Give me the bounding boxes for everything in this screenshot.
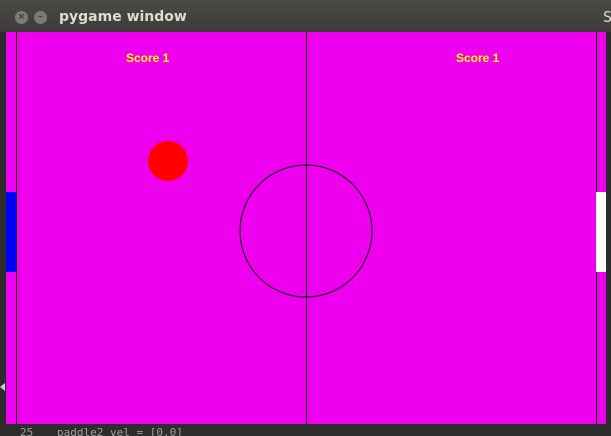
resize-arrow-icon (0, 383, 5, 391)
ball (148, 141, 188, 181)
right-paddle (596, 192, 606, 272)
background-window-glyph: S (603, 8, 611, 26)
left-score: Score 1 (126, 51, 170, 65)
close-icon[interactable]: × (15, 11, 28, 24)
left-paddle (6, 192, 16, 272)
pygame-window: × – pygame window S Score 1 Score 1 25 p… (0, 0, 611, 436)
line-number: 25 (20, 426, 34, 436)
minimize-icon[interactable]: – (34, 11, 47, 24)
game-field[interactable]: Score 1 Score 1 (6, 32, 606, 432)
right-score: Score 1 (456, 51, 500, 65)
game-canvas (6, 32, 606, 432)
code-line: paddle2_vel = [0,0] (57, 426, 183, 436)
window-title: pygame window (59, 9, 187, 25)
title-bar[interactable]: × – pygame window S (0, 0, 611, 33)
editor-peek: 25 paddle2_vel = [0,0] (0, 424, 611, 436)
